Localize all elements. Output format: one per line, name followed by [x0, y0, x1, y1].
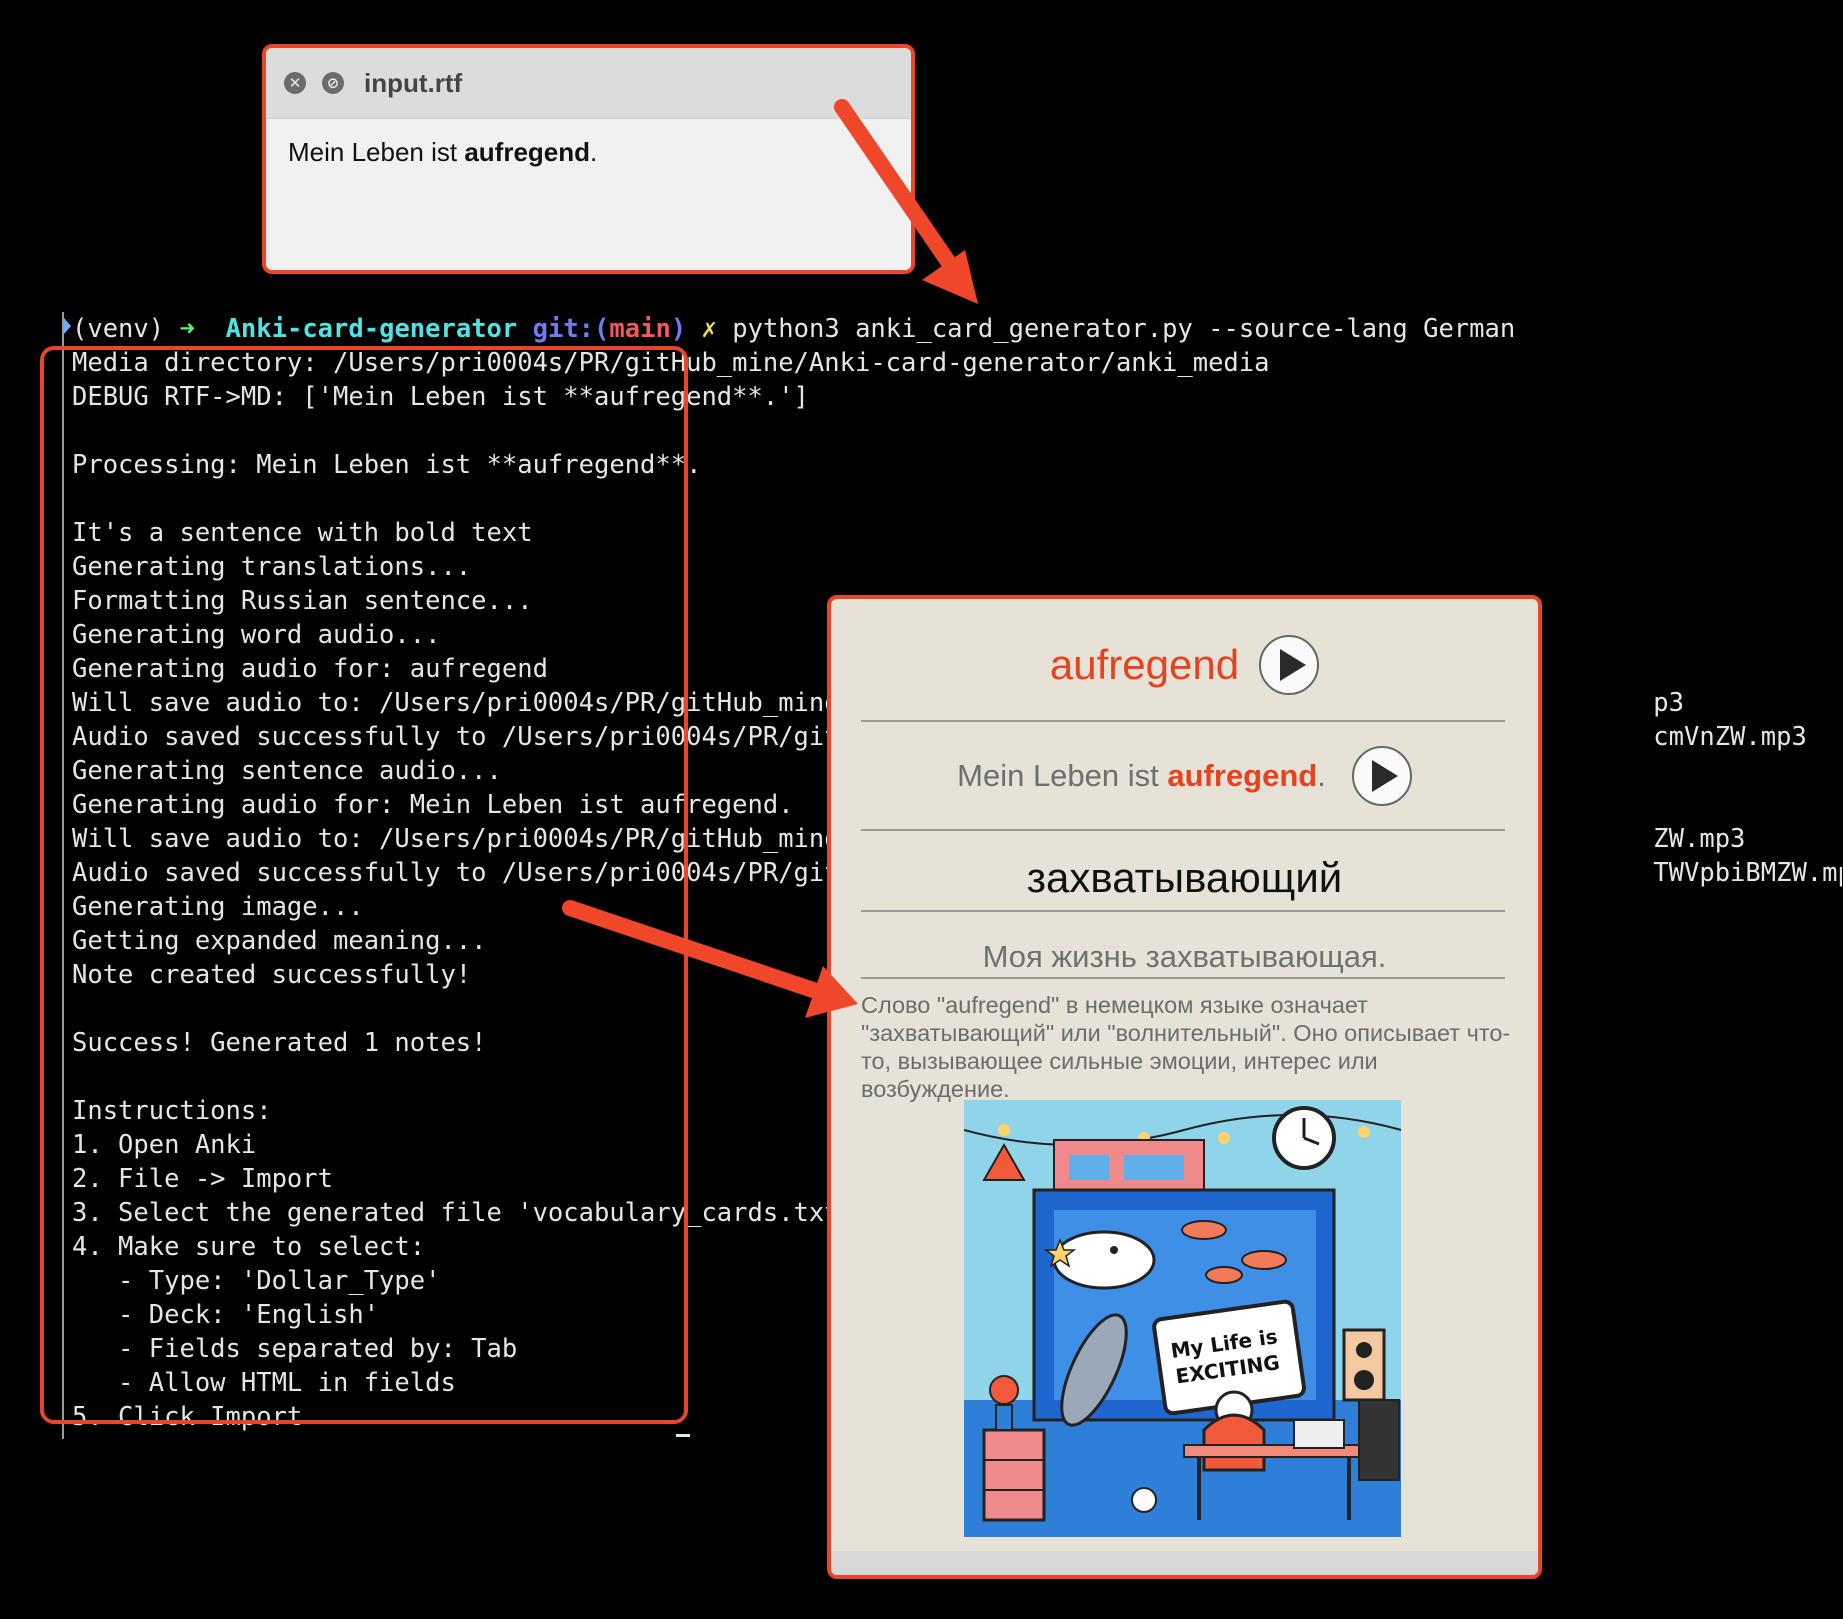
- card-divider: [861, 910, 1505, 912]
- card-illustration: My Life is EXCITING: [964, 1100, 1401, 1537]
- terminal-prompt-line: (venv) ➜ Anki-card-generator git:(main) …: [72, 312, 1515, 346]
- card-sentence: Mein Leben ist aufregend.: [957, 758, 1326, 794]
- card-russian-sentence: Моя жизнь захватывающая.: [982, 939, 1387, 974]
- prompt-branch: main: [609, 314, 671, 344]
- rtf-titlebar[interactable]: ✕ ⊘ input.rtf: [266, 48, 911, 119]
- prompt-dirty-icon: ✗: [701, 314, 717, 344]
- anki-card-preview: aufregend Mein Leben ist aufregend. захв…: [827, 595, 1542, 1579]
- play-icon: [1279, 649, 1306, 681]
- prompt-git-close: ): [670, 314, 687, 344]
- screenshot-stage: (venv) ➜ Anki-card-generator git:(main) …: [0, 0, 1843, 1619]
- card-word-row: aufregend: [831, 629, 1538, 701]
- prompt-venv: (venv): [72, 314, 165, 344]
- card-translation: захватывающий: [1026, 854, 1343, 901]
- card-divider: [861, 977, 1505, 979]
- card-bottom-bar: [831, 1551, 1538, 1575]
- card-sentence-row: Mein Leben ist aufregend.: [831, 739, 1538, 813]
- prompt-arrow-icon: ➜: [179, 314, 195, 344]
- card-meaning: Слово "aufregend" в немецком языке означ…: [861, 992, 1511, 1102]
- sentence-play-button[interactable]: [1351, 746, 1412, 806]
- rtf-file-window[interactable]: ✕ ⊘ input.rtf Mein Leben ist aufregend.: [262, 44, 915, 274]
- card-translation-row: захватывающий: [831, 846, 1538, 910]
- rtf-window-title: input.rtf: [364, 67, 463, 98]
- card-divider: [861, 720, 1505, 722]
- card-divider: [861, 829, 1505, 831]
- play-icon: [1372, 760, 1399, 792]
- card-sentence-bold: aufregend: [1167, 758, 1318, 793]
- terminal-highlight-box: [40, 346, 688, 1424]
- close-icon[interactable]: ✕: [284, 72, 306, 94]
- disabled-icon[interactable]: ⊘: [322, 72, 344, 94]
- rtf-text-prefix: Mein Leben ist: [288, 137, 465, 167]
- word-play-button[interactable]: [1259, 635, 1320, 695]
- terminal-command: python3 anki_card_generator.py --source-…: [732, 314, 1516, 344]
- prompt-directory: Anki-card-generator: [225, 314, 518, 344]
- card-sentence-suffix: .: [1317, 758, 1326, 793]
- rtf-text-suffix: .: [590, 137, 598, 167]
- rtf-content[interactable]: Mein Leben ist aufregend.: [270, 119, 911, 270]
- rtf-text-bold: aufregend: [464, 137, 591, 167]
- prompt-git-label: git:(: [532, 314, 610, 344]
- terminal-cursor: [676, 1434, 690, 1437]
- card-sentence-prefix: Mein Leben ist: [957, 758, 1168, 793]
- card-word: aufregend: [1049, 641, 1240, 688]
